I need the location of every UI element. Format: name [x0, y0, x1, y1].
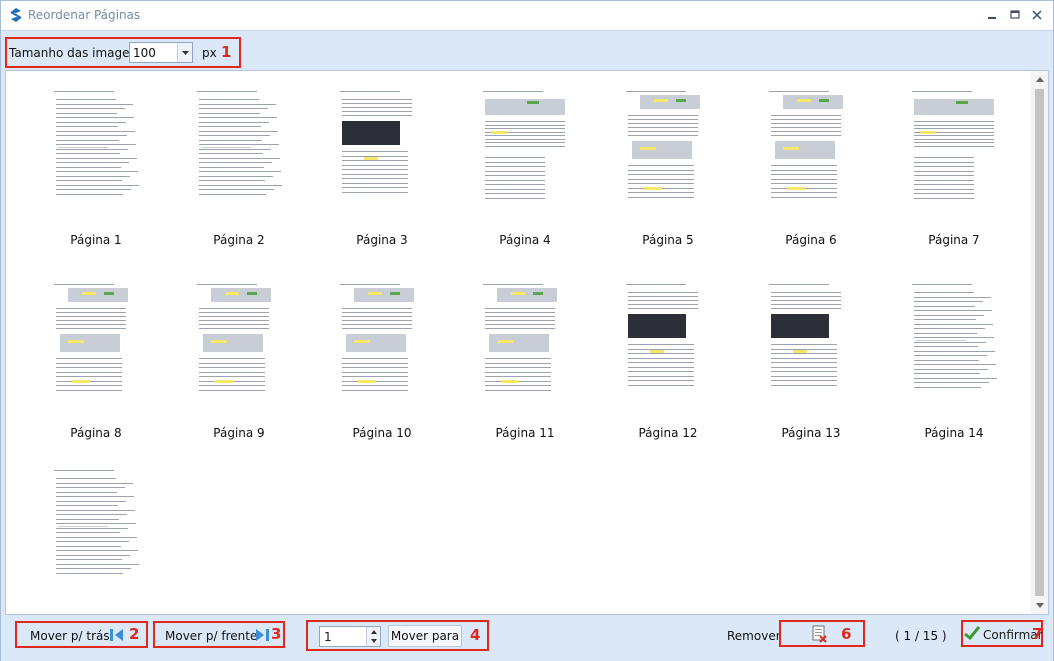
page-preview-image [763, 87, 859, 212]
page-label: Página 1 [70, 233, 122, 247]
confirm-button[interactable]: Confirmar [964, 623, 1043, 643]
pages-panel: Página 1 Página 2 Página 3 Página 4 Página 5… [5, 70, 1049, 615]
page-thumbnail[interactable]: Página 14 [876, 270, 1002, 440]
marker-4: 4 [470, 626, 481, 644]
remove-label: Remover [727, 629, 781, 643]
image-size-combo[interactable]: 100 [129, 42, 193, 63]
page-thumbnail[interactable]: Página 13 [733, 270, 859, 440]
chevron-up-icon [370, 629, 377, 634]
page-label: Página 6 [785, 233, 837, 247]
page-label: Página 7 [928, 233, 980, 247]
page-preview-image [763, 280, 859, 405]
chevron-down-icon [370, 638, 377, 643]
footer-bar: Mover p/ trás 2 Mover p/ frente 3 1 Move… [1, 616, 1053, 661]
page-label: Página 2 [213, 233, 265, 247]
window-title: Reordenar Páginas [28, 8, 141, 22]
checkmark-icon [964, 626, 980, 640]
scrollbar-thumb[interactable] [1035, 89, 1044, 596]
toolbar: Tamanho das images: 100 px 1 [1, 32, 1053, 69]
page-thumbnail-grid: Página 1 Página 2 Página 3 Página 4 Página 5… [6, 71, 1032, 614]
page-label: Página 4 [499, 233, 551, 247]
move-back-icon [110, 629, 123, 641]
scroll-down-icon [1035, 603, 1044, 608]
image-size-unit: px [202, 46, 217, 60]
marker-7: 7 [1032, 625, 1043, 643]
page-thumbnail[interactable]: Página 6 [733, 77, 859, 247]
page-label: Página 11 [495, 426, 555, 440]
page-thumbnail[interactable] [18, 456, 144, 614]
stepper-buttons [366, 627, 380, 646]
page-preview-image [477, 87, 573, 212]
move-forward-icon [256, 629, 269, 641]
page-counter: ( 1 / 15 ) [895, 629, 947, 643]
page-label: Página 13 [781, 426, 841, 440]
marker-1: 1 [221, 43, 232, 61]
page-preview-image [334, 280, 430, 405]
combo-dropdown-button[interactable] [177, 43, 192, 62]
page-label: Página 5 [642, 233, 694, 247]
page-thumbnail[interactable]: Página 5 [590, 77, 716, 247]
page-thumbnail[interactable]: Página 8 [18, 270, 144, 440]
page-thumbnail[interactable]: Página 1 [18, 77, 144, 247]
page-label: Página 14 [924, 426, 984, 440]
remove-button[interactable] [809, 624, 831, 644]
target-position-value: 1 [324, 630, 332, 644]
page-label: Página 9 [213, 426, 265, 440]
minimize-icon [988, 17, 996, 19]
move-to-button[interactable]: Mover para [388, 625, 462, 647]
page-preview-image [191, 280, 287, 405]
page-thumbnail[interactable]: Página 12 [590, 270, 716, 440]
page-preview-image [334, 87, 430, 212]
stepper-up-button[interactable] [367, 627, 380, 636]
page-thumbnail[interactable]: Página 9 [161, 270, 287, 440]
image-size-label: Tamanho das images: [9, 46, 140, 60]
marker-6: 6 [841, 625, 852, 643]
page-preview-image [477, 280, 573, 405]
page-thumbnail[interactable]: Página 3 [304, 77, 430, 247]
maximize-icon [1010, 10, 1020, 19]
page-label: Página 10 [352, 426, 412, 440]
page-thumbnail[interactable]: Página 2 [161, 77, 287, 247]
marker-2: 2 [129, 625, 140, 643]
close-icon [1032, 10, 1042, 20]
stepper-down-button[interactable] [367, 636, 380, 645]
image-size-value: 100 [133, 46, 156, 60]
page-preview-image [191, 87, 287, 212]
page-preview-image [620, 87, 716, 212]
close-button[interactable] [1028, 7, 1046, 23]
page-label: Página 12 [638, 426, 698, 440]
scroll-down-button[interactable] [1031, 597, 1048, 614]
page-thumbnail[interactable]: Página 11 [447, 270, 573, 440]
vertical-scrollbar[interactable] [1031, 71, 1048, 614]
remove-page-icon [812, 625, 827, 643]
page-thumbnail[interactable]: Página 10 [304, 270, 430, 440]
scroll-up-button[interactable] [1031, 71, 1048, 88]
app-logo-icon [10, 8, 22, 22]
move-back-button[interactable]: Mover p/ trás [30, 629, 110, 643]
chevron-down-icon [181, 50, 189, 55]
page-thumbnail[interactable]: Página 4 [447, 77, 573, 247]
page-preview-image [620, 280, 716, 405]
target-position-stepper[interactable]: 1 [319, 626, 381, 647]
page-thumbnail[interactable]: Página 7 [876, 77, 1002, 247]
reorder-pages-window: Reordenar Páginas Tamanho das images: 10… [0, 0, 1054, 661]
move-forward-button[interactable]: Mover p/ frente [165, 629, 257, 643]
page-preview-image [48, 280, 144, 405]
page-preview-image [48, 87, 144, 212]
maximize-button[interactable] [1006, 7, 1024, 23]
marker-3: 3 [271, 625, 282, 643]
page-preview-image [906, 280, 1002, 405]
title-bar: Reordenar Páginas [1, 1, 1053, 31]
page-preview-image [906, 87, 1002, 212]
scroll-up-icon [1035, 77, 1044, 82]
minimize-button[interactable] [983, 7, 1001, 23]
page-preview-image [48, 466, 144, 591]
page-label: Página 8 [70, 426, 122, 440]
page-label: Página 3 [356, 233, 408, 247]
